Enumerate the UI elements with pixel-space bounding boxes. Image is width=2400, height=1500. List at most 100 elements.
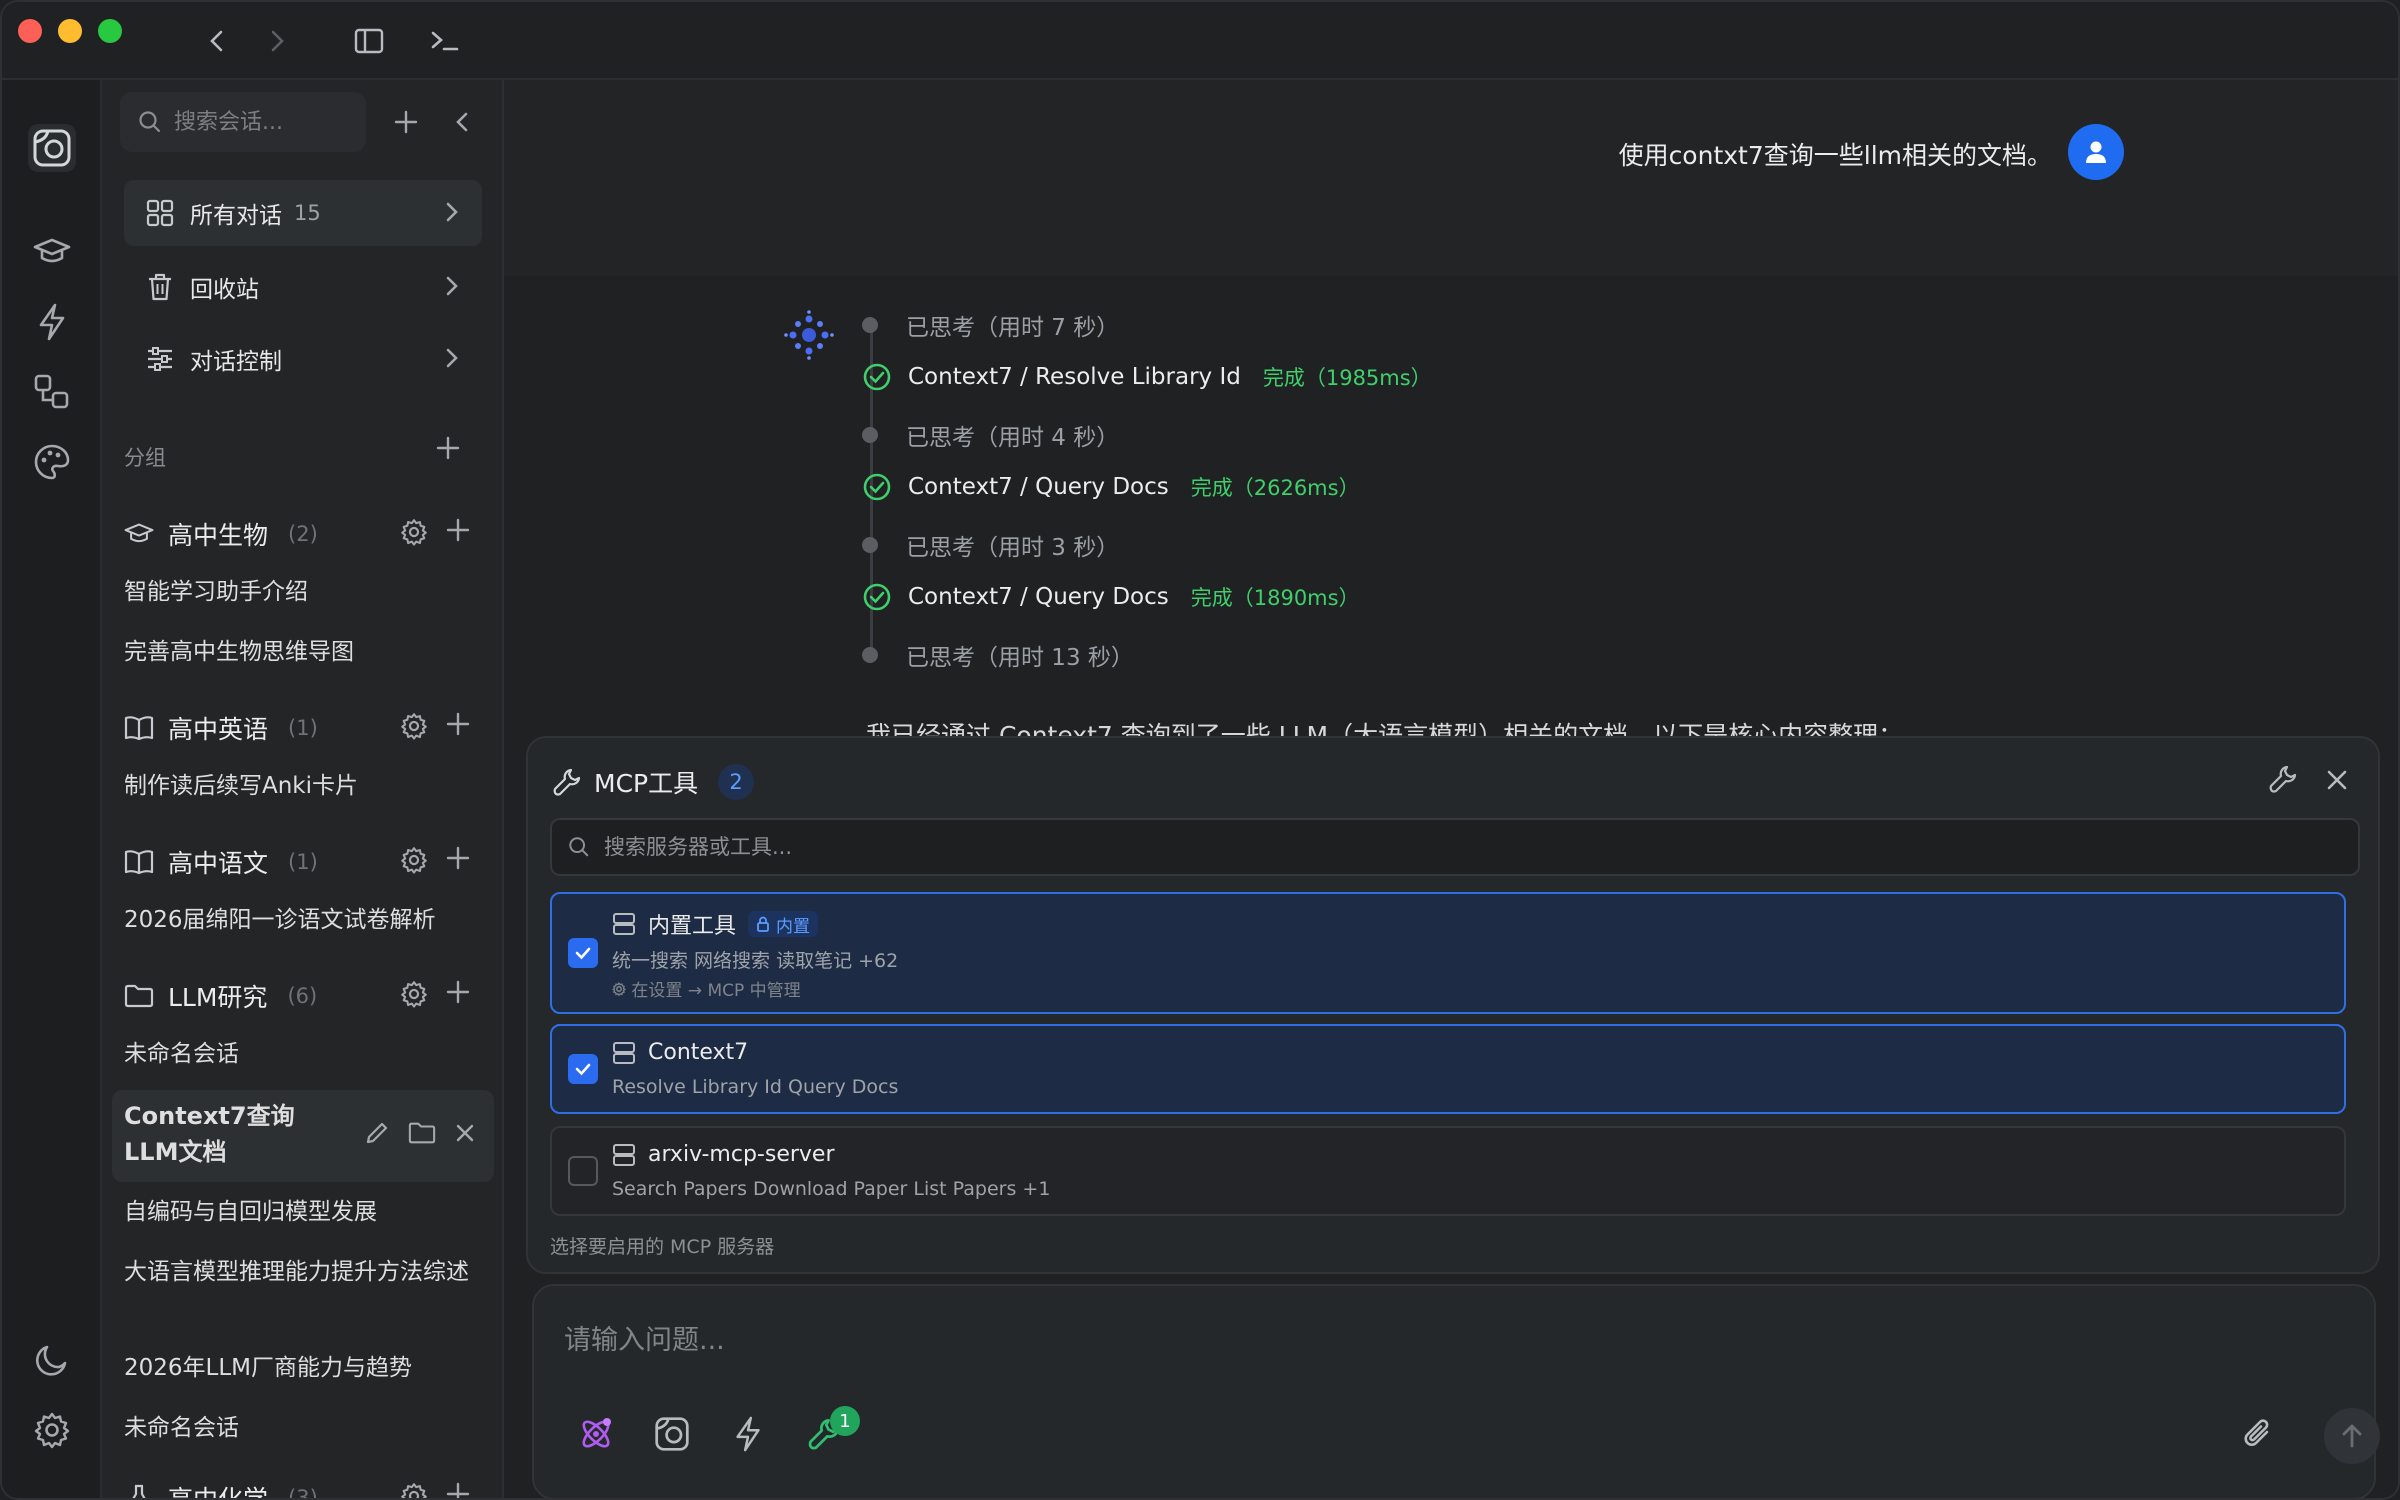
server-context7[interactable]: Context7 Resolve Library Id Query Docs (550, 1024, 2346, 1114)
check-circle-icon (863, 583, 891, 611)
mcp-settings-wrench-icon[interactable] (2268, 764, 2298, 798)
assistant-avatar (782, 308, 836, 362)
wrench-icon (553, 768, 581, 796)
add-group-button[interactable] (436, 436, 460, 464)
group-settings-icon[interactable] (400, 712, 428, 746)
toggle-sidebar-icon[interactable] (352, 24, 386, 58)
chat-app-icon[interactable] (28, 124, 76, 172)
plus-icon (436, 436, 460, 460)
timeline-dot (862, 537, 878, 553)
conversation-item[interactable]: 制作读后续写Anki卡片 (124, 768, 484, 804)
nav-trash[interactable]: 回收站 (124, 254, 482, 320)
group-add-icon[interactable] (446, 518, 470, 548)
settings-icon[interactable] (28, 1406, 76, 1454)
conversation-search[interactable] (120, 92, 366, 152)
group-add-icon[interactable] (446, 1482, 470, 1498)
minimize-window-button[interactable] (58, 19, 82, 43)
conversation-item[interactable]: 大语言模型推理能力提升方法综述 (124, 1254, 484, 1290)
thinking-step[interactable]: 已思考（用时 3 秒） (862, 528, 1119, 562)
user-icon (2086, 141, 2106, 163)
chat-app-icon[interactable] (648, 1410, 696, 1458)
conversation-item[interactable]: 自编码与自回归模型发展 (124, 1194, 484, 1230)
group-count: (1) (288, 716, 318, 740)
message-input[interactable] (564, 1318, 2264, 1368)
lightning-icon[interactable] (28, 298, 76, 346)
group-settings-icon[interactable] (400, 518, 428, 552)
group-biology[interactable]: 高中生物 (2) (124, 512, 484, 556)
book-icon (124, 716, 154, 741)
nav-label: 回收站 (190, 277, 259, 303)
attachment-icon[interactable] (2234, 1410, 2282, 1458)
group-settings-icon[interactable] (400, 980, 428, 1014)
conversation-item[interactable]: 智能学习助手介绍 (124, 574, 484, 610)
group-add-icon[interactable] (446, 846, 470, 876)
timeline-dot (862, 647, 878, 663)
server-arxiv[interactable]: arxiv-mcp-server Search Papers Download … (550, 1126, 2346, 1216)
lock-icon (757, 916, 769, 932)
server-checkbox[interactable] (568, 938, 598, 968)
group-settings-icon[interactable] (400, 846, 428, 880)
nav-label: 所有对话 (190, 203, 282, 229)
maximize-window-button[interactable] (98, 19, 122, 43)
close-panel-icon[interactable] (2324, 764, 2350, 798)
server-checkbox[interactable] (568, 1156, 598, 1186)
tool-status: 完成（1985ms） (1262, 366, 1432, 390)
mcp-search-input[interactable] (604, 835, 2204, 859)
lightning-icon[interactable] (724, 1410, 772, 1458)
tool-call-step[interactable]: Context7 / Resolve Library Id 完成（1985ms） (862, 362, 1432, 392)
search-icon (139, 111, 161, 133)
conversation-item-active[interactable]: Context7查询LLM文档 (112, 1090, 494, 1182)
group-add-icon[interactable] (446, 712, 470, 742)
dark-mode-icon[interactable] (28, 1336, 76, 1384)
folder-icon (124, 984, 154, 1008)
server-name: Context7 (648, 1040, 749, 1065)
nav-conversation-control[interactable]: 对话控制 (124, 326, 482, 392)
edit-icon[interactable] (364, 1120, 390, 1156)
move-folder-icon[interactable] (408, 1120, 436, 1156)
thinking-step[interactable]: 已思考（用时 7 秒） (862, 308, 1119, 342)
builtin-tag: 内置 (748, 911, 819, 937)
group-chemistry[interactable]: 高中化学 (3) (124, 1476, 484, 1498)
thinking-step[interactable]: 已思考（用时 13 秒） (862, 638, 1134, 672)
conversation-item[interactable]: 未命名会话 (124, 1410, 484, 1446)
graduation-cap-icon[interactable] (28, 228, 76, 276)
nav-all-conversations[interactable]: 所有对话 15 (124, 180, 482, 246)
group-llm-research[interactable]: LLM研究 (6) (124, 974, 484, 1018)
mcp-tools-wrench-icon[interactable]: 1 (800, 1406, 860, 1458)
model-atom-icon[interactable] (572, 1410, 620, 1458)
group-add-icon[interactable] (446, 980, 470, 1010)
close-window-button[interactable] (18, 19, 42, 43)
group-chinese[interactable]: 高中语文 (1) (124, 840, 484, 884)
new-conversation-button[interactable] (388, 104, 424, 140)
server-title-row: Context7 (612, 1040, 748, 1065)
back-icon[interactable] (200, 24, 234, 58)
send-button[interactable] (2324, 1408, 2380, 1464)
thinking-step[interactable]: 已思考（用时 4 秒） (862, 418, 1119, 452)
conversation-item[interactable]: 未命名会话 (124, 1036, 484, 1072)
collapse-sidebar-button[interactable] (444, 104, 480, 140)
workflow-icon[interactable] (28, 368, 76, 416)
mcp-tools-panel: MCP工具 2 内置工具 内置 统一搜索 网络搜索 读取笔记 (526, 736, 2380, 1274)
group-name: 高中语文 (168, 849, 269, 878)
title-bar (2, 2, 2398, 80)
conversation-item[interactable]: 2026年LLM厂商能力与趋势 (124, 1350, 484, 1386)
user-message: 使用contxt7查询一些llm相关的文档。 (1618, 141, 2052, 170)
server-tool-list: Search Papers Download Paper List Papers… (612, 1178, 1051, 1200)
terminal-icon[interactable] (428, 24, 462, 58)
mcp-search-box[interactable] (550, 818, 2360, 876)
tool-call-step[interactable]: Context7 / Query Docs 完成（2626ms） (862, 472, 1360, 502)
conversation-item[interactable]: 2026届绵阳一诊语文试卷解析 (124, 902, 484, 938)
checkmark-icon (575, 947, 591, 960)
user-avatar (2068, 124, 2124, 180)
tool-call-step[interactable]: Context7 / Query Docs 完成（1890ms） (862, 582, 1360, 612)
group-settings-icon[interactable] (400, 1482, 428, 1498)
server-builtin-tools[interactable]: 内置工具 内置 统一搜索 网络搜索 读取笔记 +62 在设置 → MCP 中管理 (550, 892, 2346, 1014)
conversation-item[interactable]: 完善高中生物思维导图 (124, 634, 484, 670)
search-input[interactable] (174, 109, 354, 135)
palette-icon[interactable] (28, 438, 76, 486)
forward-icon[interactable] (260, 24, 294, 58)
chevron-right-icon (446, 276, 458, 296)
group-english[interactable]: 高中英语 (1) (124, 706, 484, 750)
server-checkbox[interactable] (568, 1054, 598, 1084)
close-icon[interactable] (454, 1120, 476, 1156)
